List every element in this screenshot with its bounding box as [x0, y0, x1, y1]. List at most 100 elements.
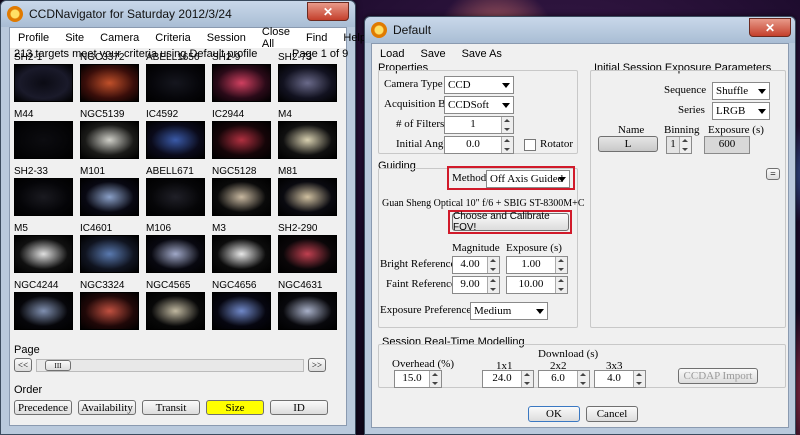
- target-thumbnail[interactable]: [14, 178, 73, 216]
- target-thumbnail[interactable]: [80, 178, 139, 216]
- target-thumbnail[interactable]: [278, 292, 337, 330]
- order-id-button[interactable]: ID: [270, 400, 328, 415]
- ok-button[interactable]: OK: [528, 406, 580, 422]
- nav-menu-criteria[interactable]: Criteria: [147, 32, 198, 44]
- ccdap-import-button[interactable]: CCDAP Import: [678, 368, 758, 384]
- target-thumbnail[interactable]: [80, 235, 139, 273]
- app-icon: [7, 6, 23, 22]
- equals-button[interactable]: =: [766, 168, 780, 180]
- download-2x2-stepper[interactable]: 6.0: [538, 370, 590, 388]
- faint-exposure-value: 10.00: [518, 278, 544, 290]
- nav-menu-session[interactable]: Session: [199, 32, 254, 44]
- target-thumbnail[interactable]: [278, 178, 337, 216]
- filters-label: # of Filters: [396, 118, 445, 130]
- rotator-checkbox[interactable]: [524, 139, 536, 151]
- scroll-left-button[interactable]: <<: [14, 358, 32, 372]
- sequence-value: Shuffle: [716, 85, 749, 97]
- target-thumbnail[interactable]: [14, 292, 73, 330]
- page-scrollbar[interactable]: III: [36, 359, 304, 372]
- target-thumbnail[interactable]: [212, 235, 271, 273]
- sequence-select[interactable]: Shuffle: [712, 82, 770, 100]
- binning-value: 1: [670, 138, 676, 150]
- target-thumbnail[interactable]: [146, 235, 205, 273]
- target-thumbnail[interactable]: [146, 178, 205, 216]
- target-name: NGC3324: [80, 280, 125, 291]
- target-name: ABELL1656: [146, 52, 200, 63]
- series-select[interactable]: LRGB: [712, 102, 770, 120]
- target-name: M44: [14, 109, 34, 120]
- order-transit-button[interactable]: Transit: [142, 400, 200, 415]
- target-thumbnail[interactable]: [80, 121, 139, 159]
- filter-name-header: Name: [618, 124, 645, 136]
- nav-menu-site[interactable]: Site: [57, 32, 92, 44]
- filter-exposure-value: 600: [718, 138, 736, 150]
- navigator-close-button[interactable]: ✕: [307, 2, 349, 21]
- method-select[interactable]: Off Axis Guided: [486, 170, 570, 188]
- target-name: M101: [80, 166, 106, 177]
- bright-magnitude-stepper[interactable]: 4.00: [452, 256, 500, 274]
- cancel-button[interactable]: Cancel: [586, 406, 638, 422]
- target-thumbnail[interactable]: [212, 178, 271, 216]
- target-name: M106: [146, 223, 172, 234]
- target-thumbnail[interactable]: [278, 235, 337, 273]
- nav-menu-find[interactable]: Find: [298, 32, 335, 44]
- order-availability-button[interactable]: Availability: [78, 400, 136, 415]
- bright-exposure-value: 1.00: [521, 258, 541, 270]
- faint-magnitude-value: 9.00: [460, 278, 480, 290]
- dialog-menu-load[interactable]: Load: [372, 48, 412, 60]
- target-name: IC4592: [146, 109, 179, 120]
- filter-name-button[interactable]: L: [598, 136, 658, 152]
- bright-magnitude-value: 4.00: [460, 258, 480, 270]
- target-thumbnail[interactable]: [14, 121, 73, 159]
- target-thumbnail[interactable]: [212, 64, 271, 102]
- filters-stepper[interactable]: 1: [444, 116, 514, 134]
- target-thumbnail[interactable]: [146, 64, 205, 102]
- order-size-button[interactable]: Size: [206, 400, 264, 415]
- target-name: NGC5128: [212, 166, 257, 177]
- nav-menu-close-all[interactable]: Close All: [254, 26, 298, 50]
- dialog-menu-save[interactable]: Save: [412, 48, 453, 60]
- magnitude-header: Magnitude: [452, 242, 500, 254]
- dialog-titlebar[interactable]: Default: [365, 17, 795, 43]
- target-thumbnail[interactable]: [278, 64, 337, 102]
- download-3x3-stepper[interactable]: 4.0: [594, 370, 646, 388]
- target-name: M4: [278, 109, 292, 120]
- exposure-pref-select[interactable]: Medium: [470, 302, 548, 320]
- chevron-down-icon: [758, 89, 766, 94]
- acquisition-select[interactable]: CCDSoft: [444, 96, 514, 114]
- scroll-thumb[interactable]: III: [45, 360, 71, 371]
- filter-exposure-field[interactable]: 600: [704, 136, 750, 154]
- acquisition-label: Acquisition By: [384, 98, 451, 110]
- dialog-menu-save-as[interactable]: Save As: [454, 48, 510, 60]
- camera-type-select[interactable]: CCD: [444, 76, 514, 94]
- overhead-stepper[interactable]: 15.0: [394, 370, 442, 388]
- target-thumbnail[interactable]: [278, 121, 337, 159]
- dialog-close-button[interactable]: ✕: [749, 18, 791, 37]
- overhead-label: Overhead (%): [392, 358, 454, 370]
- target-thumbnail[interactable]: [14, 235, 73, 273]
- download-1x1-stepper[interactable]: 24.0: [482, 370, 534, 388]
- target-thumbnail[interactable]: [212, 292, 271, 330]
- target-name: ABELL671: [146, 166, 194, 177]
- target-thumbnail[interactable]: [80, 292, 139, 330]
- navigator-title: CCDNavigator for Saturday 2012/3/24: [29, 7, 232, 21]
- navigator-titlebar[interactable]: CCDNavigator for Saturday 2012/3/24: [1, 1, 355, 27]
- bright-exposure-stepper[interactable]: 1.00: [506, 256, 568, 274]
- dialog-client: Load Save Save As Properties Camera Type C…: [371, 43, 789, 428]
- target-thumbnail[interactable]: [146, 121, 205, 159]
- target-thumbnail[interactable]: [80, 64, 139, 102]
- nav-menu-profile[interactable]: Profile: [10, 32, 57, 44]
- nav-menu-camera[interactable]: Camera: [92, 32, 147, 44]
- faint-exposure-stepper[interactable]: 10.00: [506, 276, 568, 294]
- target-thumbnail[interactable]: [212, 121, 271, 159]
- sequence-label: Sequence: [664, 84, 707, 96]
- target-thumbnail[interactable]: [14, 64, 73, 102]
- download-3x3-value: 4.0: [607, 372, 621, 384]
- target-thumbnail[interactable]: [146, 292, 205, 330]
- faint-magnitude-stepper[interactable]: 9.00: [452, 276, 500, 294]
- binning-stepper[interactable]: 1: [666, 136, 692, 154]
- calibrate-fov-button[interactable]: Choose and Calibrate FOV!: [452, 211, 569, 233]
- scroll-right-button[interactable]: >>: [308, 358, 326, 372]
- angle-stepper[interactable]: 0.0: [444, 136, 514, 154]
- order-precedence-button[interactable]: Precedence: [14, 400, 72, 415]
